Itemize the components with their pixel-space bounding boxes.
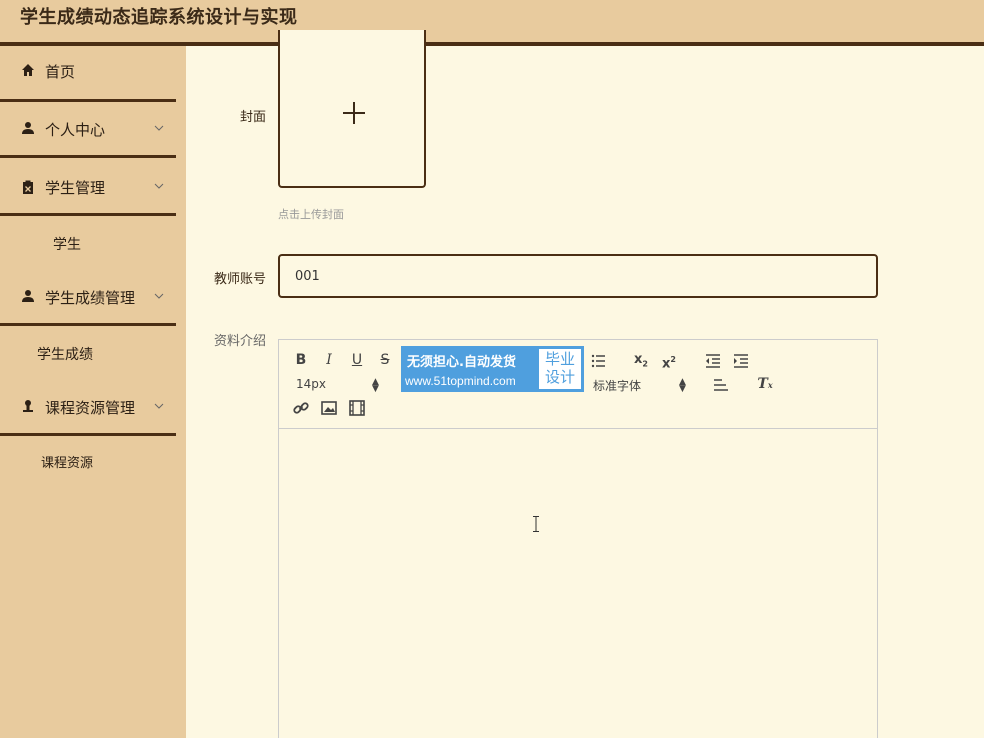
- bold-icon[interactable]: B: [292, 351, 310, 369]
- indent-icon[interactable]: [732, 352, 750, 370]
- sidebar-item-label: 课程资源管理: [45, 399, 136, 417]
- teacher-account-input[interactable]: [278, 254, 878, 298]
- bullet-list-icon[interactable]: [590, 352, 608, 370]
- cover-label: 封面: [239, 110, 266, 125]
- sidebar-item-student-management[interactable]: 学生管理: [0, 158, 176, 216]
- sidebar-item-home[interactable]: 首页: [0, 46, 176, 102]
- sidebar-item-label: 学生管理: [45, 179, 106, 197]
- editor-content-area[interactable]: [279, 430, 877, 738]
- link-icon[interactable]: [292, 399, 310, 417]
- font-family-value: 标准字体: [593, 379, 642, 393]
- sidebar-item-label: 首页: [45, 63, 76, 81]
- sidebar-subitem-student[interactable]: 学生: [53, 234, 81, 254]
- clipboard-icon: [23, 180, 33, 194]
- rich-text-editor[interactable]: B I U S x2 x2 14px ▲ ▼ 标准字体 ▲ ▼ Tx 无须担心.自动…: [278, 339, 878, 738]
- watermark-line2: www.51topmind.com: [405, 374, 516, 388]
- sidebar: 首页 个人中心 学生管理 学生 学生成绩管理 学生成绩 课程资源管理 课程资源: [0, 46, 186, 738]
- sidebar-item-label: 个人中心: [45, 121, 106, 139]
- user-icon: [22, 290, 34, 302]
- underline-icon[interactable]: U: [348, 351, 366, 369]
- strikethrough-icon[interactable]: S: [376, 351, 394, 369]
- cover-upload-hint: 点击上传封面: [278, 208, 344, 221]
- italic-icon[interactable]: I: [320, 351, 338, 369]
- user-upload-icon: [23, 400, 33, 412]
- sidebar-subitem-course-resources[interactable]: 课程资源: [41, 452, 93, 471]
- subscript-icon[interactable]: x2: [632, 351, 650, 369]
- select-arrows-icon: ▲ ▼: [372, 377, 379, 394]
- watermark-badge-line2: 设计: [544, 368, 575, 386]
- outdent-icon[interactable]: [704, 352, 722, 370]
- select-arrows-icon: ▲ ▼: [679, 377, 686, 394]
- chevron-down-icon: [154, 293, 164, 299]
- sidebar-item-course-resources-management[interactable]: 课程资源管理: [0, 380, 176, 436]
- cover-upload-box[interactable]: [278, 30, 426, 188]
- sidebar-item-grade-management[interactable]: 学生成绩管理: [0, 270, 176, 326]
- font-size-select[interactable]: 14px ▲ ▼: [296, 377, 380, 395]
- text-cursor-icon: [533, 516, 539, 532]
- user-icon: [22, 122, 34, 134]
- chevron-down-icon: [154, 125, 164, 131]
- home-icon: [22, 64, 34, 76]
- teacher-account-label: 教师账号: [213, 272, 266, 287]
- chevron-down-icon: [154, 403, 164, 409]
- app-title: 学生成绩动态追踪系统设计与实现: [20, 7, 298, 28]
- chevron-down-icon: [154, 183, 164, 189]
- image-icon[interactable]: [320, 399, 338, 417]
- sidebar-item-label: 学生成绩管理: [45, 289, 136, 307]
- clear-format-icon[interactable]: Tx: [756, 375, 774, 393]
- font-size-value: 14px: [296, 377, 326, 391]
- watermark-badge-line1: 毕业: [544, 350, 575, 368]
- superscript-icon[interactable]: x2: [660, 351, 678, 371]
- watermark-banner: 无须担心.自动发货 www.51topmind.com 毕业 设计: [401, 346, 584, 392]
- sidebar-item-personal-center[interactable]: 个人中心: [0, 102, 176, 158]
- watermark-line1: 无须担心.自动发货: [407, 355, 516, 370]
- video-icon[interactable]: [348, 399, 366, 417]
- top-bar: 学生成绩动态追踪系统设计与实现: [0, 0, 984, 46]
- watermark-badge: 毕业 设计: [539, 349, 581, 389]
- align-left-icon[interactable]: [712, 376, 730, 394]
- intro-label: 资料介绍: [213, 334, 266, 349]
- sidebar-subitem-grades[interactable]: 学生成绩: [37, 344, 93, 364]
- font-family-select[interactable]: 标准字体 ▲ ▼: [593, 377, 689, 395]
- plus-icon-vertical: [353, 102, 355, 124]
- editor-toolbar: B I U S x2 x2 14px ▲ ▼ 标准字体 ▲ ▼ Tx 无须担心.自动…: [279, 340, 877, 429]
